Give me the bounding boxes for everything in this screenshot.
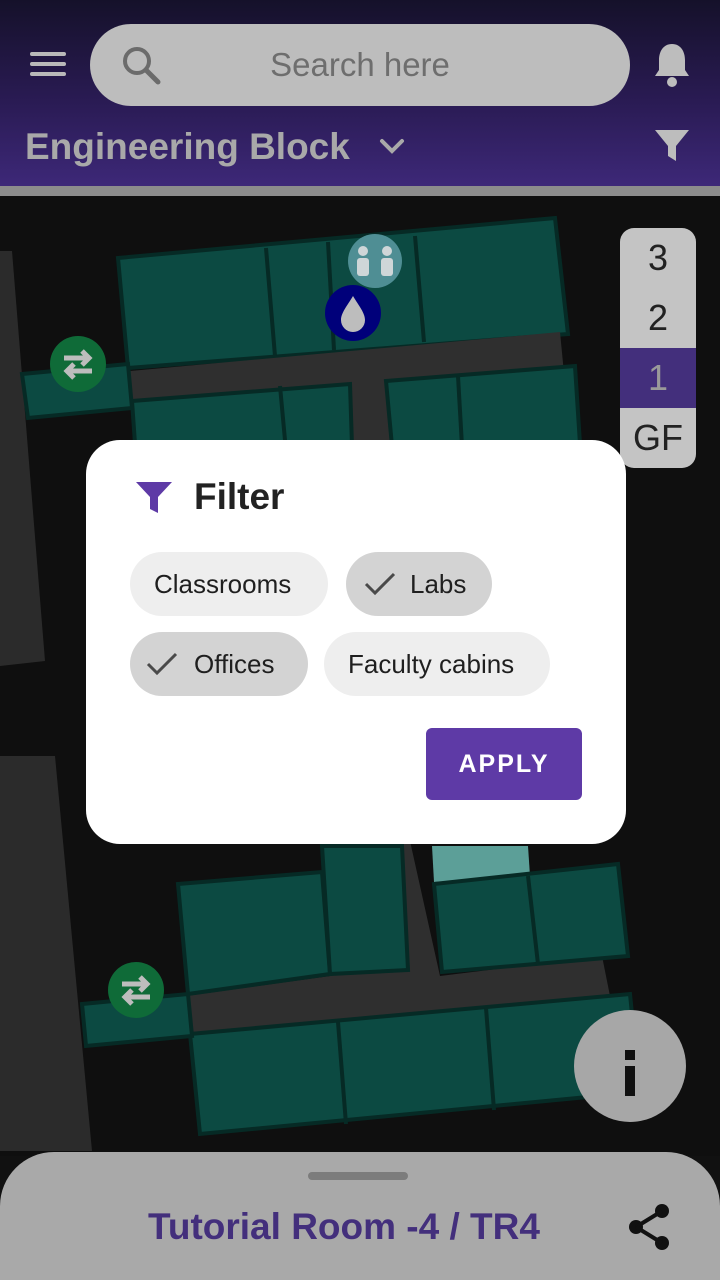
floor-option-3[interactable]: 3 [620, 228, 696, 288]
chip-labs[interactable]: Labs [346, 552, 492, 616]
check-icon [364, 572, 396, 596]
building-selector[interactable]: Engineering Block [25, 124, 350, 170]
chip-offices[interactable]: Offices [130, 632, 308, 696]
drinking-water-icon[interactable] [324, 284, 382, 342]
check-icon [146, 652, 178, 676]
stairs-icon[interactable] [108, 962, 164, 1018]
dialog-title: Filter [194, 476, 285, 517]
floor-option-1[interactable]: 1 [620, 348, 696, 408]
search-bar[interactable]: Search here [90, 24, 630, 106]
chip-faculty-cabins[interactable]: Faculty cabins [324, 632, 550, 696]
filter-icon [136, 482, 172, 513]
chip-classrooms[interactable]: Classrooms [130, 552, 328, 616]
chip-label: Offices [194, 649, 275, 679]
bell-icon[interactable] [650, 40, 694, 88]
chip-label: Labs [410, 569, 467, 599]
app-bar-divider [0, 186, 720, 196]
chevron-down-icon[interactable] [376, 130, 408, 162]
search-input[interactable]: Search here [90, 24, 630, 106]
chip-label: Faculty cabins [348, 649, 515, 679]
info-icon [625, 1050, 635, 1096]
chip-label: Classrooms [154, 569, 292, 599]
info-button[interactable] [574, 1010, 686, 1122]
room-title: Tutorial Room -4 / TR4 [148, 1206, 540, 1247]
filter-dialog: Filter Classrooms Labs Offices Faculty c… [86, 440, 626, 844]
apply-button[interactable]: APPLY [426, 728, 582, 800]
share-icon[interactable] [626, 1202, 672, 1252]
floor-option-gf[interactable]: GF [620, 408, 696, 468]
floor-selector: 3 2 1 GF [620, 228, 696, 468]
washroom-icon[interactable] [346, 234, 404, 288]
drag-handle[interactable] [308, 1172, 408, 1180]
menu-icon[interactable] [24, 44, 72, 84]
bottom-sheet[interactable]: Tutorial Room -4 / TR4 [0, 1152, 720, 1280]
stairs-icon[interactable] [50, 336, 106, 392]
floor-option-2[interactable]: 2 [620, 288, 696, 348]
filter-icon[interactable] [652, 126, 692, 166]
